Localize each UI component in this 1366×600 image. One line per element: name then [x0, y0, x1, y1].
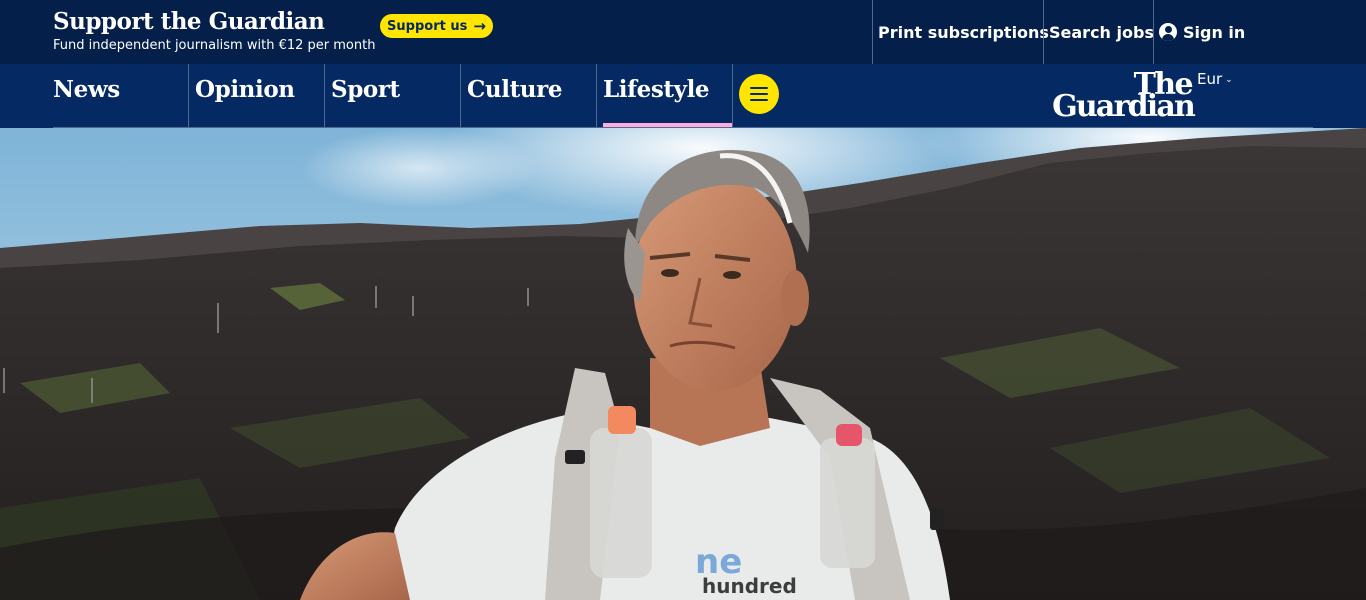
- logo-line-2: Guardian: [1052, 89, 1196, 124]
- nav-item-news[interactable]: News: [53, 64, 189, 127]
- edition-label: Eur: [1197, 70, 1223, 88]
- support-subtitle: Fund independent journalism with €12 per…: [53, 38, 376, 53]
- sign-in-label: Sign in: [1183, 22, 1246, 42]
- nav-item-opinion[interactable]: Opinion: [188, 64, 324, 127]
- nav-item-lifestyle[interactable]: Lifestyle: [596, 64, 733, 127]
- hero-image: ne hundred: [0, 128, 1366, 600]
- hamburger-icon-bar: [750, 87, 768, 89]
- menu-button[interactable]: [739, 74, 779, 114]
- support-us-label: Support us: [387, 18, 468, 34]
- support-bar: Support the Guardian Fund independent jo…: [0, 0, 1366, 64]
- shirt-print-text-2: hundred: [702, 574, 797, 598]
- edition-selector[interactable]: Eur ⌄: [1197, 70, 1233, 88]
- hero-photo-illustration: ne hundred: [0, 128, 1366, 600]
- hamburger-icon-bar: [750, 99, 768, 101]
- hamburger-icon-bar: [750, 93, 768, 95]
- user-icon: [1159, 23, 1177, 41]
- arrow-right-icon: →: [473, 16, 486, 35]
- chevron-down-icon: ⌄: [1225, 75, 1233, 85]
- nav-item-culture[interactable]: Culture: [460, 64, 596, 127]
- guardian-logo[interactable]: The Guardian: [1046, 68, 1196, 124]
- pillar-nav: News Opinion Sport Culture Lifestyle The…: [0, 64, 1366, 128]
- search-jobs-link[interactable]: Search jobs: [1043, 0, 1154, 64]
- support-us-button[interactable]: Support us →: [380, 14, 493, 38]
- sign-in-link[interactable]: Sign in: [1153, 0, 1245, 64]
- nav-item-sport[interactable]: Sport: [324, 64, 460, 127]
- print-subscriptions-link[interactable]: Print subscriptions: [872, 0, 1049, 64]
- support-title: Support the Guardian: [53, 8, 325, 35]
